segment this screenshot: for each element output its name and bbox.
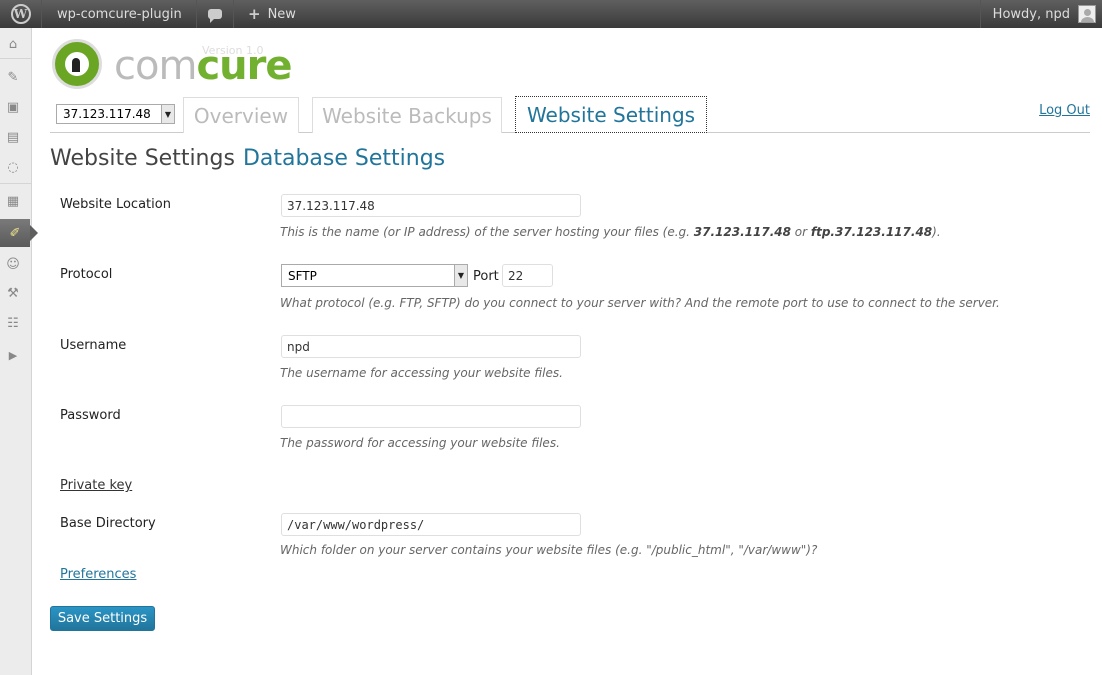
plugins-icon: ✐ [9, 225, 21, 241]
pages-icon[interactable]: ▤ [4, 128, 22, 146]
protocol-help: What protocol (e.g. FTP, SFTP) do you co… [280, 296, 1000, 310]
website-location-help: This is the name (or IP address) of the … [280, 225, 941, 239]
comcure-logo-icon [52, 39, 102, 89]
avatar [1078, 5, 1096, 23]
new-label: New [267, 6, 296, 22]
tab-website-settings[interactable]: Website Settings [515, 96, 707, 133]
base-directory-label: Base Directory [60, 516, 156, 531]
protocol-select-value: SFTP [288, 268, 317, 283]
account-menu[interactable]: Howdy, npd [979, 0, 1102, 28]
tab-overview[interactable]: Overview [183, 97, 299, 133]
settings-icon[interactable]: ☷ [4, 314, 22, 332]
preferences-link[interactable]: Preferences [60, 567, 136, 582]
base-directory-help: Which folder on your server contains you… [280, 543, 818, 557]
password-input[interactable] [281, 405, 581, 428]
comments-menu-icon[interactable]: ◌ [4, 158, 22, 176]
base-directory-input[interactable]: /var/www/wordpress/ [281, 513, 581, 536]
username-input[interactable]: npd [281, 335, 581, 358]
server-select-value: 37.123.117.48 [63, 107, 151, 121]
pin-icon[interactable]: ✎ [4, 68, 22, 86]
menu-item-plugins-active[interactable]: ✐ [0, 219, 38, 247]
plus-icon: + [248, 5, 261, 23]
private-key-link[interactable]: Private key [60, 478, 132, 493]
plugin-version: Version 1.0 [202, 44, 264, 57]
tab-website-backups[interactable]: Website Backups [312, 97, 502, 133]
howdy-label: Howdy, npd [992, 6, 1070, 22]
new-content-menu[interactable]: + New [236, 0, 308, 28]
protocol-label: Protocol [60, 267, 113, 282]
username-label: Username [60, 338, 127, 353]
menu-separator [0, 183, 32, 184]
comment-icon [207, 9, 222, 23]
menu-separator [0, 58, 32, 59]
website-location-label: Website Location [60, 197, 171, 212]
tools-icon[interactable]: ⚒ [4, 284, 22, 302]
port-label: Port [473, 269, 499, 284]
page-title: Website Settings Database Settings [50, 146, 445, 171]
site-name-label: wp-comcure-plugin [57, 6, 182, 22]
database-settings-link[interactable]: Database Settings [243, 146, 445, 171]
users-icon[interactable]: ☺ [4, 255, 22, 273]
comcure-logo: comcure Version 1.0 [50, 36, 292, 96]
wp-logo-menu[interactable]: W [0, 0, 42, 28]
chevron-down-icon: ▼ [454, 265, 467, 286]
comments-link[interactable] [196, 0, 234, 28]
logout-link[interactable]: Log Out [1039, 103, 1090, 118]
appearance-icon[interactable]: ▦ [4, 192, 22, 210]
protocol-select[interactable]: SFTP ▼ [281, 264, 468, 287]
chevron-down-icon: ▼ [161, 105, 174, 123]
admin-bar: W wp-comcure-plugin + New Howdy, npd [0, 0, 1102, 28]
password-help: The password for accessing your website … [280, 436, 560, 450]
media-icon[interactable]: ▣ [4, 98, 22, 116]
dashboard-icon[interactable]: ⌂ [4, 35, 22, 53]
save-settings-button[interactable]: Save Settings [50, 606, 155, 631]
admin-menu: ⌂ ✎ ▣ ▤ ◌ ▦ ✐ ☺ ⚒ ☷ ▶ [0, 28, 38, 675]
site-name-link[interactable]: wp-comcure-plugin [43, 0, 197, 28]
server-select[interactable]: 37.123.117.48 ▼ [56, 104, 175, 124]
website-location-input[interactable]: 37.123.117.48 [281, 194, 581, 217]
port-input[interactable]: 22 [502, 264, 553, 287]
page-title-text: Website Settings [50, 146, 235, 171]
tab-bar: 37.123.117.48 ▼ Overview Website Backups… [50, 96, 1090, 133]
username-help: The username for accessing your website … [280, 366, 563, 380]
password-label: Password [60, 408, 121, 423]
collapse-icon[interactable]: ▶ [4, 346, 22, 364]
wordpress-icon: W [10, 4, 31, 24]
